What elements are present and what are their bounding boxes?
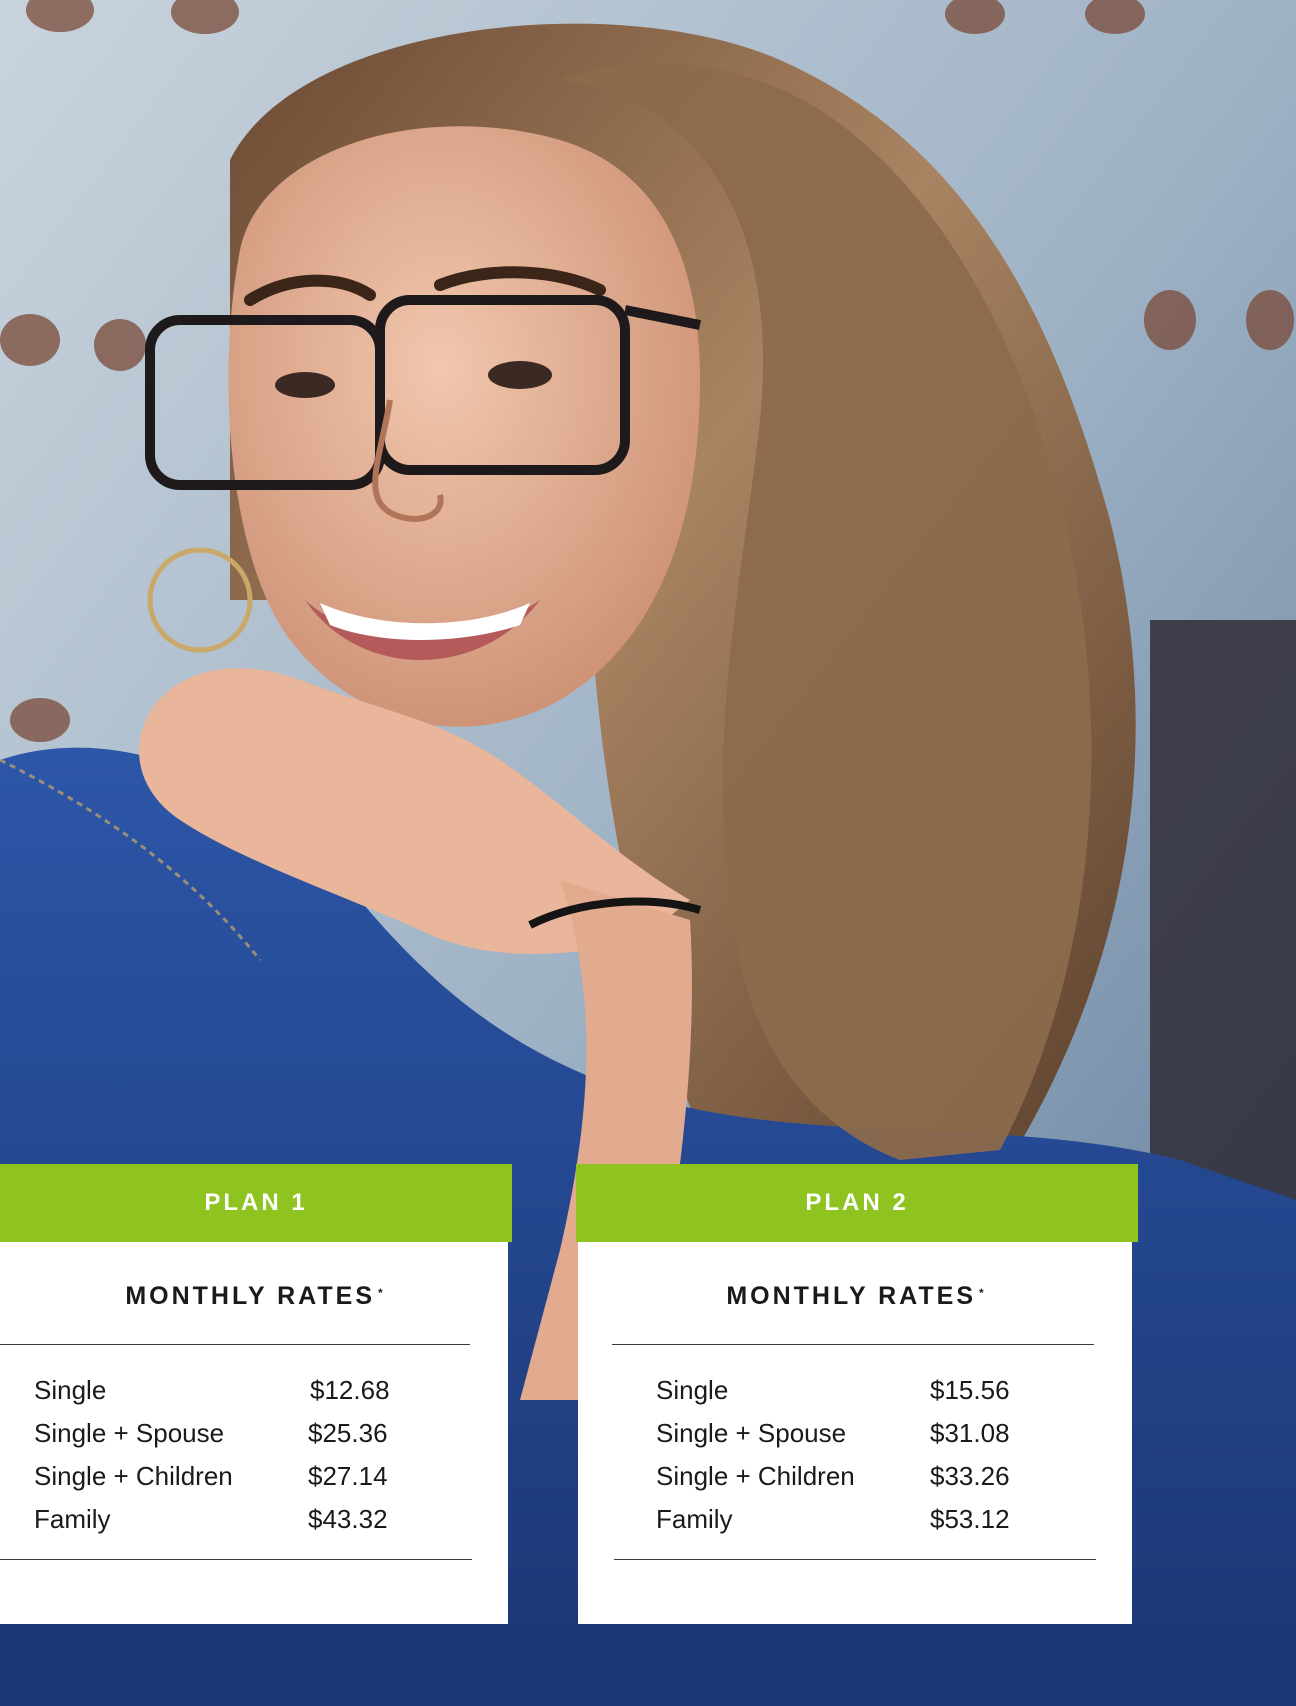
tier-price: $27.14 — [308, 1461, 388, 1491]
tier-price: $31.08 — [930, 1418, 1010, 1448]
tier-price: $25.36 — [308, 1418, 388, 1448]
divider-top — [612, 1344, 1094, 1345]
rates-panel: MONTHLY RATES * Single $12.68 Single + Sp… — [0, 1242, 508, 1624]
footnote-mark: * — [979, 1286, 984, 1300]
rate-row: Single + Spouse $25.36 — [34, 1412, 434, 1455]
rate-row: Single + Children $33.26 — [656, 1455, 1056, 1498]
tier-label: Single + Children — [656, 1461, 855, 1491]
rates-title: MONTHLY RATES * — [726, 1282, 984, 1310]
tier-price: $53.12 — [930, 1504, 1010, 1534]
rate-row: Single $12.68 — [34, 1369, 434, 1412]
rate-row: Single + Children $27.14 — [34, 1455, 434, 1498]
plan-title: PLAN 1 — [204, 1189, 308, 1216]
tier-label: Family — [34, 1504, 111, 1534]
divider-bottom — [614, 1559, 1096, 1560]
tier-label: Single + Spouse — [656, 1418, 847, 1448]
rates-title: MONTHLY RATES * — [125, 1282, 383, 1310]
rate-row: Single $15.56 — [656, 1369, 1056, 1412]
plan-card-1: PLAN 1 MONTHLY RATES * Single $12.68 Sing… — [0, 1164, 512, 1624]
tier-price: $43.32 — [308, 1504, 388, 1534]
tier-label: Family — [656, 1504, 733, 1534]
rate-row: Single + Spouse $31.08 — [656, 1412, 1056, 1455]
rates-panel: MONTHLY RATES * Single $15.56 Single + Sp… — [578, 1242, 1132, 1624]
tier-price: $33.26 — [930, 1461, 1010, 1491]
plan-card-2: PLAN 2 MONTHLY RATES * Single $15.56 Sing… — [576, 1164, 1138, 1624]
divider-top — [0, 1344, 470, 1345]
tier-label: Single — [656, 1375, 729, 1405]
tier-label: Single + Children — [34, 1461, 233, 1491]
tier-price: $12.68 — [310, 1375, 390, 1405]
plan-title: PLAN 2 — [805, 1189, 909, 1216]
tier-label: Single — [34, 1375, 107, 1405]
plan-header: PLAN 2 — [576, 1164, 1138, 1242]
footnote-mark: * — [378, 1286, 383, 1300]
rate-row: Family $53.12 — [656, 1498, 1056, 1541]
plan-header: PLAN 1 — [0, 1164, 512, 1242]
tier-label: Single + Spouse — [34, 1418, 225, 1448]
tier-price: $15.56 — [930, 1375, 1010, 1405]
divider-bottom — [0, 1559, 472, 1560]
rate-row: Family $43.32 — [34, 1498, 434, 1541]
